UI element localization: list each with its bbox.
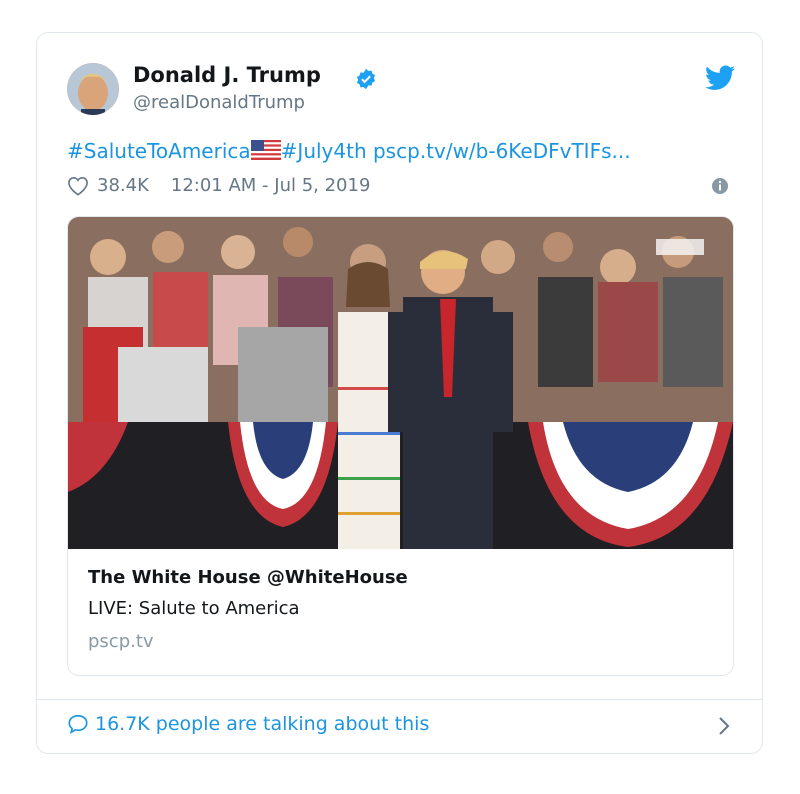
- tweet-card[interactable]: Donald J. Trump @realDonaldTrump #Salute…: [36, 32, 763, 754]
- tweet-link[interactable]: pscp.tv/w/b-6KeDFvTIFs...: [373, 139, 631, 163]
- media-card-description: LIVE: Salute to America: [88, 598, 300, 619]
- speech-bubble-icon: [68, 714, 88, 734]
- hashtag-july4th[interactable]: #July4th: [281, 139, 367, 163]
- us-flag-icon: [250, 140, 281, 160]
- verified-badge-icon: [356, 68, 376, 90]
- footer-divider: [37, 699, 762, 700]
- twitter-bird-icon[interactable]: [705, 65, 735, 91]
- video-thumbnail[interactable]: [68, 217, 733, 549]
- conversation-link[interactable]: 16.7K people are talking about this: [67, 713, 429, 735]
- heart-icon[interactable]: [67, 176, 89, 196]
- like-count[interactable]: 38.4K: [97, 175, 149, 196]
- chevron-right-icon[interactable]: [715, 715, 733, 737]
- info-icon[interactable]: [711, 177, 729, 195]
- media-card[interactable]: The White House @WhiteHouse LIVE: Salute…: [67, 216, 734, 676]
- media-card-domain: pscp.tv: [88, 631, 154, 652]
- hashtag-salute-to-america[interactable]: #SaluteToAmerica: [67, 139, 251, 163]
- tweet-timestamp[interactable]: 12:01 AM - Jul 5, 2019: [171, 175, 371, 196]
- author-name[interactable]: Donald J. Trump: [133, 63, 321, 87]
- author-handle[interactable]: @realDonaldTrump: [133, 92, 305, 113]
- tweet-meta: 38.4K 12:01 AM - Jul 5, 2019: [67, 175, 370, 196]
- talking-count-text[interactable]: 16.7K people are talking about this: [95, 713, 429, 735]
- media-card-title[interactable]: The White House @WhiteHouse: [88, 567, 713, 588]
- avatar[interactable]: [67, 63, 119, 115]
- tweet-text: #SaluteToAmerica #July4th pscp.tv/w/b-6K…: [67, 139, 631, 163]
